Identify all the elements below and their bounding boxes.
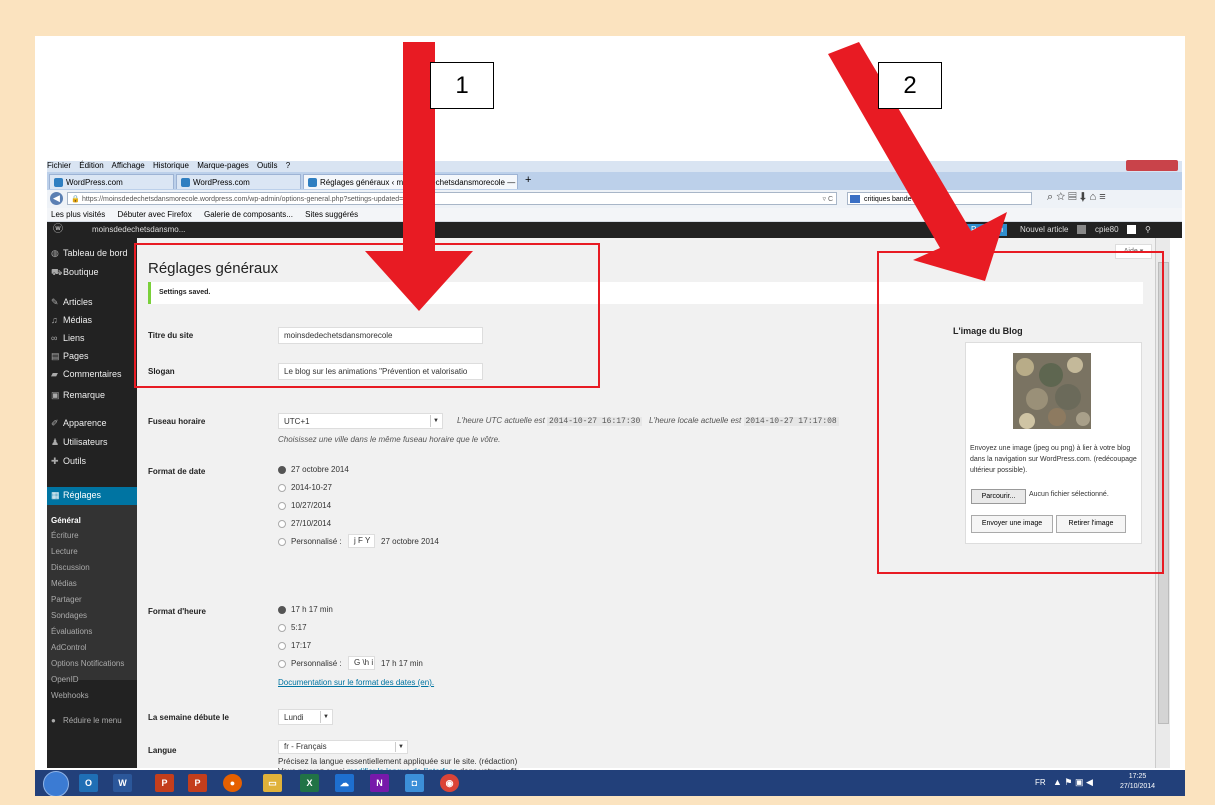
folder-icon[interactable]: ▭ [263, 774, 282, 792]
start-button[interactable] [43, 771, 69, 796]
app-icon[interactable]: ◘ [405, 774, 424, 792]
screenshot-area: Fichier Édition Affichage Historique Mar… [35, 36, 1185, 796]
tray-icons[interactable]: ▲ ⚑ ▣ ◀ [1053, 777, 1093, 788]
outer-frame: Fichier Édition Affichage Historique Mar… [0, 0, 1215, 805]
callout-1: 1 [430, 62, 494, 109]
annotation-arrows [365, 42, 1007, 311]
powerpoint-icon[interactable]: P [155, 774, 174, 792]
windows-taskbar: O W P P ● ▭ X ☁ N ◘ ◉ FR ▲ ⚑ ▣ ◀ 17:25 2… [35, 770, 1185, 796]
clock-date: 27/10/2014 [1120, 783, 1156, 790]
word-icon[interactable]: W [113, 774, 132, 792]
language-indicator[interactable]: FR [1035, 778, 1046, 787]
excel-icon[interactable]: X [300, 774, 319, 792]
clock-time: 17:25 [1128, 773, 1147, 780]
callout-2: 2 [878, 62, 942, 109]
powerpoint-icon-2[interactable]: P [188, 774, 207, 792]
onedrive-icon[interactable]: ☁ [335, 774, 354, 792]
onenote-icon[interactable]: N [370, 774, 389, 792]
chrome-icon[interactable]: ◉ [440, 774, 459, 792]
clock[interactable]: 17:25 27/10/2014 [1120, 772, 1155, 792]
firefox-icon[interactable]: ● [223, 774, 242, 792]
outlook-icon[interactable]: O [79, 774, 98, 792]
